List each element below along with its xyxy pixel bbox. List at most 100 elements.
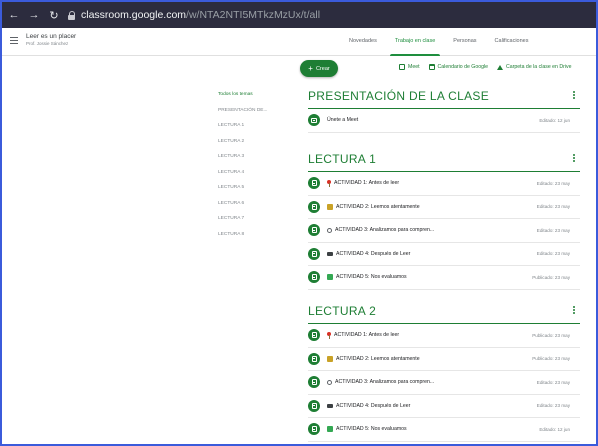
item-date: Editado: 12 jun xyxy=(539,426,570,432)
item-date: Editado: 23 may xyxy=(536,204,570,210)
topic-all[interactable]: Todos los temas xyxy=(218,90,284,106)
calendar-icon xyxy=(428,64,435,70)
tab-calificaciones[interactable]: Calificaciones xyxy=(486,28,538,56)
topic-lectura-4[interactable]: LECTURA 4 xyxy=(218,168,284,184)
item-date: Editado: 23 may xyxy=(536,180,570,186)
classwork-item[interactable]: Únete a Meet Editado: 12 jun xyxy=(308,109,580,133)
checkmark-icon xyxy=(327,274,333,281)
topic-section-lectura-2: LECTURA 2 ACTIVIDAD 1: Antes de leer Pub… xyxy=(308,303,580,442)
url-host: classroom.google.com xyxy=(81,9,187,21)
item-title: ACTIVIDAD 1: Antes de leer xyxy=(334,332,400,339)
item-title: Únete a Meet xyxy=(327,117,359,124)
quiz-icon xyxy=(308,271,320,284)
tab-personas[interactable]: Personas xyxy=(444,28,485,56)
address-bar[interactable]: classroom.google.com/w/NTA2NTI5MTkzMzUx/… xyxy=(68,6,320,24)
topics-nav: Todos los temas PRESENTACIÓN DE... LECTU… xyxy=(218,90,284,245)
computer-icon xyxy=(327,403,333,408)
item-date: Editado: 23 may xyxy=(536,251,570,257)
item-title: ACTIVIDAD 5: Nos evaluamos xyxy=(336,274,407,281)
item-title: ACTIVIDAD 3: Analizamos para compren... xyxy=(335,379,435,386)
screenshot-frame: ← → ↻ classroom.google.com/w/NTA2NTI5MTk… xyxy=(0,0,598,446)
section-title[interactable]: LECTURA 1 xyxy=(308,151,580,168)
item-date: Editado: 12 jun xyxy=(539,117,570,123)
assignment-icon xyxy=(308,177,320,190)
item-title: ACTIVIDAD 4: Después de Leer xyxy=(336,402,411,409)
lock-icon xyxy=(68,10,76,20)
create-button[interactable]: + Crear xyxy=(300,60,338,77)
topic-lectura-3[interactable]: LECTURA 3 xyxy=(218,152,284,168)
hamburger-menu-icon[interactable] xyxy=(10,37,18,44)
topic-lectura-8[interactable]: LECTURA 8 xyxy=(218,230,284,246)
topic-lectura-7[interactable]: LECTURA 7 xyxy=(218,214,284,230)
section-title[interactable]: LECTURA 2 xyxy=(308,303,580,320)
item-title: ACTIVIDAD 5: Nos evaluamos xyxy=(336,426,407,433)
book-icon xyxy=(327,355,333,362)
tab-novedades[interactable]: Novedades xyxy=(340,28,386,56)
classwork-item[interactable]: ACTIVIDAD 1: Antes de leer Publicado: 23… xyxy=(308,324,580,348)
computer-icon xyxy=(327,251,333,256)
back-arrow-icon[interactable]: ← xyxy=(6,7,22,23)
more-options-icon[interactable] xyxy=(573,154,576,164)
magnifier-icon xyxy=(327,379,332,385)
meet-link[interactable]: Meet xyxy=(399,64,420,70)
pushpin-icon xyxy=(327,180,331,188)
classwork-item[interactable]: ACTIVIDAD 5: Nos evaluamos Editado: 12 j… xyxy=(308,418,580,442)
item-title: ACTIVIDAD 4: Después de Leer xyxy=(336,250,411,257)
classroom-header: Leer es un placer Prof. Jossie Sánchez N… xyxy=(2,28,596,56)
forward-arrow-icon[interactable]: → xyxy=(26,7,42,23)
reload-icon[interactable]: ↻ xyxy=(46,7,62,23)
classwork-item[interactable]: ACTIVIDAD 5: Nos evaluamos Publicado: 23… xyxy=(308,266,580,290)
plus-icon: + xyxy=(308,63,313,73)
section-title[interactable]: PRESENTACIÓN DE LA CLASE xyxy=(308,88,580,105)
assignment-icon xyxy=(308,352,320,365)
course-title[interactable]: Leer es un placer xyxy=(26,33,76,40)
material-icon xyxy=(308,247,320,260)
topic-section-lectura-1: LECTURA 1 ACTIVIDAD 1: Antes de leer Edi… xyxy=(308,151,580,290)
classwork-item[interactable]: ACTIVIDAD 3: Analizamos para compren... … xyxy=(308,219,580,243)
item-date: Publicado: 23 may xyxy=(532,332,570,338)
drive-icon xyxy=(497,64,504,70)
browser-toolbar: ← → ↻ classroom.google.com/w/NTA2NTI5MTk… xyxy=(2,2,596,28)
class-links: Meet Calendario de Google Carpeta de la … xyxy=(399,64,581,70)
class-tabs: Novedades Trabajo en clase Personas Cali… xyxy=(340,28,537,56)
video-camera-icon xyxy=(399,64,405,70)
url-path: /w/NTA2NTI5MTkzMzUx/t/all xyxy=(186,9,321,21)
topic-lectura-1[interactable]: LECTURA 1 xyxy=(218,121,284,137)
classwork-item[interactable]: ACTIVIDAD 2: Leemos atentamente Editado:… xyxy=(308,196,580,219)
meet-link-label: Meet xyxy=(408,64,420,70)
more-options-icon[interactable] xyxy=(573,91,576,101)
topic-lectura-6[interactable]: LECTURA 6 xyxy=(218,199,284,215)
item-title: ACTIVIDAD 1: Antes de leer xyxy=(334,180,400,187)
topic-lectura-5[interactable]: LECTURA 5 xyxy=(218,183,284,199)
topic-section-presentacion: PRESENTACIÓN DE LA CLASE Únete a Meet Ed… xyxy=(308,88,580,133)
create-label: Crear xyxy=(315,65,330,72)
checkmark-icon xyxy=(327,426,333,433)
drive-link-label: Carpeta de la clase en Drive xyxy=(506,64,572,70)
assignment-icon xyxy=(308,200,320,213)
item-date: Editado: 23 may xyxy=(536,403,570,409)
classwork-item[interactable]: ACTIVIDAD 2: Leemos atentamente Publicad… xyxy=(308,348,580,371)
drive-folder-link[interactable]: Carpeta de la clase en Drive xyxy=(497,64,572,70)
book-icon xyxy=(327,203,333,210)
item-title: ACTIVIDAD 3: Analizamos para compren... xyxy=(335,227,435,234)
topic-presentacion[interactable]: PRESENTACIÓN DE... xyxy=(218,106,284,122)
assignment-icon xyxy=(308,329,320,342)
classwork-item[interactable]: ACTIVIDAD 3: Analizamos para compren... … xyxy=(308,371,580,395)
pushpin-icon xyxy=(327,332,331,340)
item-title: ACTIVIDAD 2: Leemos atentamente xyxy=(336,203,420,210)
topic-lectura-2[interactable]: LECTURA 2 xyxy=(218,137,284,153)
item-title: ACTIVIDAD 2: Leemos atentamente xyxy=(336,355,420,362)
magnifier-icon xyxy=(327,227,332,233)
assignment-icon xyxy=(308,376,320,389)
item-date: Editado: 23 may xyxy=(536,379,570,385)
more-options-icon[interactable] xyxy=(573,306,576,316)
classwork-item[interactable]: ACTIVIDAD 4: Después de Leer Editado: 23… xyxy=(308,243,580,266)
calendar-link-label: Calendario de Google xyxy=(437,64,489,70)
classwork-item[interactable]: ACTIVIDAD 1: Antes de leer Editado: 23 m… xyxy=(308,172,580,196)
quiz-icon xyxy=(308,423,320,436)
classwork-item[interactable]: ACTIVIDAD 4: Después de Leer Editado: 23… xyxy=(308,395,580,418)
item-date: Publicado: 23 may xyxy=(532,274,570,280)
item-date: Publicado: 23 may xyxy=(532,356,570,362)
tab-trabajo-en-clase[interactable]: Trabajo en clase xyxy=(386,28,444,56)
calendar-link[interactable]: Calendario de Google xyxy=(428,64,489,70)
